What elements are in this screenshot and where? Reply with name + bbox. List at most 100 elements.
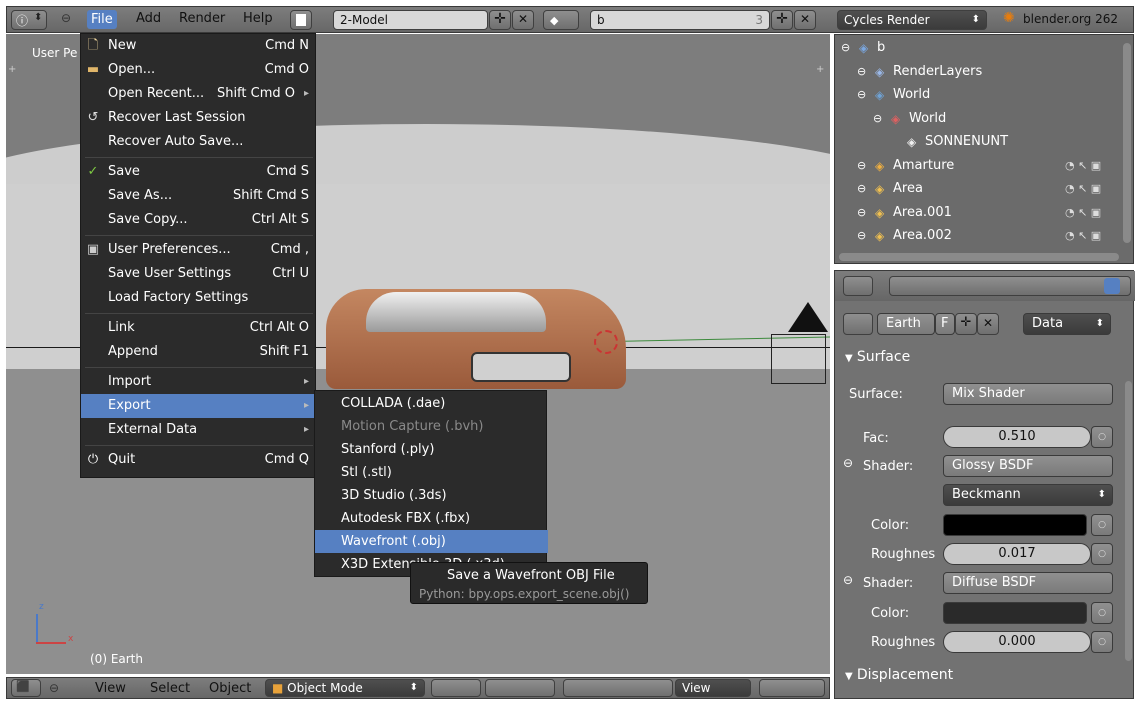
properties-scrollbar[interactable] — [1125, 381, 1132, 661]
menu-select[interactable]: Select — [150, 681, 190, 696]
outliner-item[interactable]: ⊖ ◈ Area.002 ◔ ↖ ▣ — [835, 225, 1121, 247]
color1-swatch[interactable] — [943, 514, 1087, 536]
screen-layout-icon[interactable] — [290, 10, 312, 30]
file-menu-item[interactable]: Export ▸ — [81, 394, 317, 418]
file-menu-item[interactable]: Save User Settings Ctrl U — [81, 262, 317, 286]
fac-field[interactable]: 0.510 — [943, 426, 1091, 448]
restrict-columns[interactable]: ◔ ↖ ▣ — [1065, 178, 1101, 200]
scene-field[interactable]: b 3 — [590, 10, 770, 30]
surface-panel-header[interactable]: ▼ Surface — [845, 349, 1125, 369]
color1-link-button[interactable]: ○ — [1091, 514, 1113, 536]
scene-icon[interactable]: ◆ — [543, 10, 579, 30]
menu-add[interactable]: Add — [136, 11, 161, 26]
shader1-field[interactable]: Glossy BSDF — [943, 455, 1113, 477]
outliner-item[interactable]: ⊖ ◈ World — [835, 84, 1121, 106]
file-menu-item[interactable]: ↺ Recover Last Session — [81, 106, 317, 130]
outliner-scrollbar[interactable] — [1123, 43, 1131, 243]
expand-icon[interactable]: ⊖ — [857, 84, 866, 106]
file-menu-item[interactable]: Load Factory Settings — [81, 286, 317, 310]
menu-render[interactable]: Render — [179, 11, 225, 26]
color2-swatch[interactable] — [943, 602, 1087, 624]
outliner-hscrollbar[interactable] — [839, 253, 1119, 261]
collapse-icon[interactable]: ⊖ — [843, 573, 853, 587]
outliner-item[interactable]: ⊖ ◈ World — [835, 108, 1121, 130]
toolshelf-toggle-icon[interactable]: + — [8, 64, 16, 75]
camera-object[interactable] — [771, 334, 826, 384]
roughness2-link-button[interactable]: ○ — [1091, 631, 1113, 653]
restrict-columns[interactable]: ◔ ↖ ▣ — [1065, 225, 1101, 247]
outliner-item[interactable]: ⊖ ◈ Area.001 ◔ ↖ ▣ — [835, 202, 1121, 224]
file-menu-item[interactable]: 🗋 New Cmd N — [81, 34, 317, 58]
outliner-item[interactable]: ⊖ ◈ Area ◔ ↖ ▣ — [835, 178, 1121, 200]
shading-dropdown[interactable] — [431, 679, 481, 697]
file-menu-item[interactable]: ▬ Open... Cmd O — [81, 58, 317, 82]
file-menu-item[interactable]: Link Ctrl Alt O — [81, 316, 317, 340]
displacement-panel-header[interactable]: ▼ Displacement — [845, 667, 1125, 687]
outliner-item[interactable]: ⊖ ◈ RenderLayers — [835, 61, 1121, 83]
orientation-dropdown[interactable]: View — [675, 679, 751, 697]
3d-cursor-icon[interactable] — [594, 330, 618, 354]
expand-icon[interactable]: ⊖ — [857, 155, 866, 177]
file-menu-item[interactable]: Import ▸ — [81, 370, 317, 394]
editor-type-button[interactable]: ⬛ — [11, 679, 41, 697]
add-material-button[interactable]: ✛ — [955, 313, 977, 335]
file-menu-item[interactable]: ▣ User Preferences... Cmd , — [81, 238, 317, 262]
export-menu-item[interactable]: COLLADA (.dae) — [315, 392, 548, 415]
expand-icon[interactable]: ⊖ — [857, 225, 866, 247]
file-menu-item[interactable]: Save Copy... Ctrl Alt S — [81, 208, 317, 232]
file-menu-item[interactable]: Open Recent... Shift Cmd O ▸ — [81, 82, 317, 106]
data-dropdown[interactable]: Data ⬍ — [1023, 313, 1111, 335]
outliner-item[interactable]: ⊖ ◈ Amarture ◔ ↖ ▣ — [835, 155, 1121, 177]
layers-grid[interactable] — [759, 679, 825, 697]
delete-screen-button[interactable]: ✕ — [512, 10, 534, 30]
context-tabs[interactable] — [889, 276, 1131, 296]
add-screen-button[interactable]: ✛ — [489, 10, 511, 30]
file-menu-item[interactable]: ✓ Save Cmd S — [81, 160, 317, 184]
restrict-columns[interactable]: ◔ ↖ ▣ — [1065, 202, 1101, 224]
export-menu-item[interactable]: Stanford (.ply) — [315, 438, 548, 461]
file-menu-item[interactable]: External Data ▸ — [81, 418, 317, 442]
mode-dropdown[interactable]: ■ Object Mode ⬍ — [265, 679, 425, 697]
roughness1-link-button[interactable]: ○ — [1091, 543, 1113, 565]
material-sphere-icon[interactable] — [843, 313, 873, 335]
collapse-icon[interactable]: ⊖ — [843, 456, 853, 470]
menu-view[interactable]: View — [95, 681, 126, 696]
roughness1-field[interactable]: 0.017 — [943, 543, 1091, 565]
screen-layout-field[interactable]: 2-Model — [333, 10, 488, 30]
file-menu-item[interactable]: ⏻ Quit Cmd Q — [81, 448, 317, 472]
expand-icon[interactable]: ⊖ — [857, 202, 866, 224]
fake-user-button[interactable]: F — [935, 313, 955, 335]
menu-file[interactable]: File — [87, 10, 117, 29]
render-engine-dropdown[interactable]: Cycles Render ⬍ — [837, 10, 987, 30]
material-tab-icon[interactable] — [1104, 278, 1120, 294]
restrict-columns[interactable]: ◔ ↖ ▣ — [1065, 155, 1101, 177]
fac-link-button[interactable]: ○ — [1091, 426, 1113, 448]
shader2-field[interactable]: Diffuse BSDF — [943, 572, 1113, 594]
unlink-material-button[interactable]: ✕ — [977, 313, 999, 335]
manipulator-buttons[interactable] — [563, 679, 673, 697]
expand-icon[interactable]: ⊖ — [873, 108, 882, 130]
material-name-field[interactable]: Earth — [877, 313, 935, 335]
expand-icon[interactable]: ⊖ — [857, 178, 866, 200]
expand-icon[interactable]: ⊖ — [841, 37, 850, 59]
color2-link-button[interactable]: ○ — [1091, 602, 1113, 624]
menu-help[interactable]: Help — [243, 11, 273, 26]
export-menu-item[interactable]: Autodesk FBX (.fbx) — [315, 507, 548, 530]
editor-type-button[interactable] — [843, 276, 873, 296]
add-scene-button[interactable]: ✛ — [771, 10, 793, 30]
editor-type-button[interactable]: ⓘ ⬍ — [11, 10, 47, 30]
export-menu-item[interactable]: Stl (.stl) — [315, 461, 548, 484]
outliner-item[interactable]: ◈ SONNENUNT — [835, 131, 1121, 153]
export-menu-item[interactable]: Wavefront (.obj) — [315, 530, 548, 553]
collapse-icon[interactable]: ⊖ — [61, 11, 71, 25]
file-menu-item[interactable]: Append Shift F1 — [81, 340, 317, 364]
surface-shader-field[interactable]: Mix Shader — [943, 383, 1113, 405]
roughness2-field[interactable]: 0.000 — [943, 631, 1091, 653]
export-menu-item[interactable]: 3D Studio (.3ds) — [315, 484, 548, 507]
delete-scene-button[interactable]: ✕ — [794, 10, 816, 30]
collapse-icon[interactable]: ⊖ — [49, 681, 59, 695]
distribution-dropdown[interactable]: Beckmann ⬍ — [943, 484, 1113, 506]
properties-toggle-icon[interactable]: + — [816, 64, 824, 75]
file-menu-item[interactable]: Recover Auto Save... — [81, 130, 317, 154]
outliner-item[interactable]: ⊖ ◈ b — [835, 37, 1121, 59]
